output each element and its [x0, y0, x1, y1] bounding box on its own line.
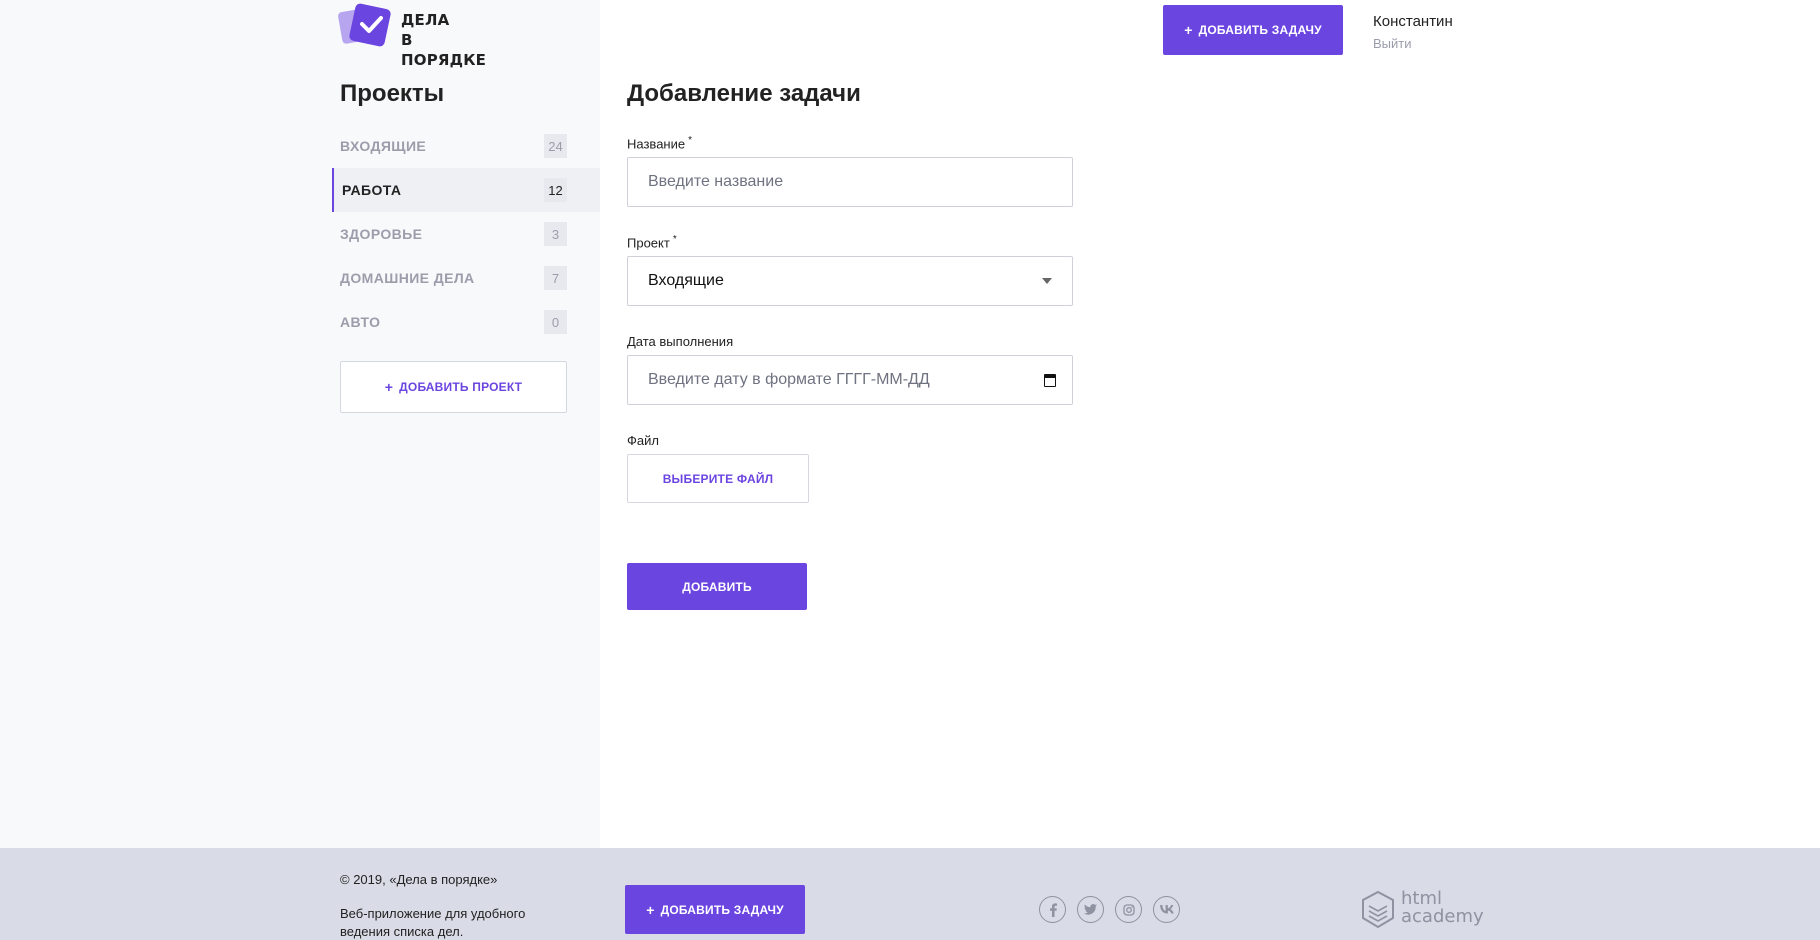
- user-name: Константин: [1373, 13, 1453, 30]
- project-select[interactable]: Входящие: [627, 256, 1073, 306]
- copyright: © 2019, «Дела в порядке»: [340, 872, 498, 887]
- project-list: ВХОДЯЩИЕ 24 РАБОТА 12 ЗДОРОВЬЕ 3 ДОМАШНИ…: [332, 124, 600, 344]
- facebook-icon[interactable]: [1039, 896, 1066, 923]
- project-count: 0: [544, 310, 567, 334]
- footer: © 2019, «Дела в порядке» Веб-приложение …: [0, 848, 1820, 940]
- add-task-button[interactable]: + ДОБАВИТЬ ЗАДАЧУ: [1163, 5, 1343, 55]
- project-item-work[interactable]: РАБОТА 12: [332, 168, 600, 212]
- calendar-icon[interactable]: [1044, 374, 1056, 387]
- name-label: Название *: [627, 135, 692, 152]
- project-item-health[interactable]: ЗДОРОВЬЕ 3: [332, 212, 600, 256]
- project-count: 12: [544, 178, 567, 202]
- choose-file-button[interactable]: ВЫБЕРИТЕ ФАЙЛ: [627, 454, 809, 503]
- plus-icon: +: [1184, 22, 1193, 38]
- academy-icon: [1362, 890, 1394, 929]
- project-count: 7: [544, 266, 567, 290]
- name-input[interactable]: Введите название: [627, 157, 1073, 207]
- brand-name: ДЕЛА В ПОРЯДКЕ: [401, 11, 487, 69]
- project-label: Проект *: [627, 234, 677, 251]
- project-item-home[interactable]: ДОМАШНИЕ ДЕЛА 7: [332, 256, 600, 300]
- plus-icon: +: [646, 901, 655, 918]
- project-item-inbox[interactable]: ВХОДЯЩИЕ 24: [332, 124, 600, 168]
- social-links: [1039, 896, 1180, 923]
- file-label: Файл: [627, 433, 659, 448]
- vk-icon[interactable]: [1153, 896, 1180, 923]
- chevron-down-icon: [1042, 278, 1052, 284]
- check-icon: [360, 16, 383, 33]
- twitter-icon[interactable]: [1077, 896, 1104, 923]
- instagram-icon[interactable]: [1115, 896, 1142, 923]
- project-count: 24: [544, 134, 567, 158]
- date-label: Дата выполнения: [627, 334, 734, 349]
- logout-link[interactable]: Выйти: [1373, 36, 1453, 51]
- user-block: Константин Выйти: [1373, 13, 1453, 51]
- project-item-auto[interactable]: АВТО 0: [332, 300, 600, 344]
- submit-button[interactable]: ДОБАВИТЬ: [627, 563, 807, 610]
- html-academy-logo[interactable]: html academy: [1361, 888, 1484, 932]
- footer-add-task-button[interactable]: + ДОБАВИТЬ ЗАДАЧУ: [625, 885, 805, 934]
- project-count: 3: [544, 222, 567, 246]
- projects-title: Проекты: [340, 80, 445, 107]
- plus-icon: +: [384, 379, 394, 395]
- main-area: [600, 0, 1820, 848]
- page-title: Добавление задачи: [627, 80, 861, 107]
- date-input[interactable]: Введите дату в формате ГГГГ-ММ-ДД: [627, 355, 1073, 405]
- academy-text: html academy: [1401, 888, 1484, 927]
- footer-description: Веб-приложение для удобного ведения спис…: [340, 906, 526, 939]
- add-project-button[interactable]: + ДОБАВИТЬ ПРОЕКТ: [340, 361, 567, 413]
- logo[interactable]: ДЕЛА В ПОРЯДКЕ: [337, 2, 500, 69]
